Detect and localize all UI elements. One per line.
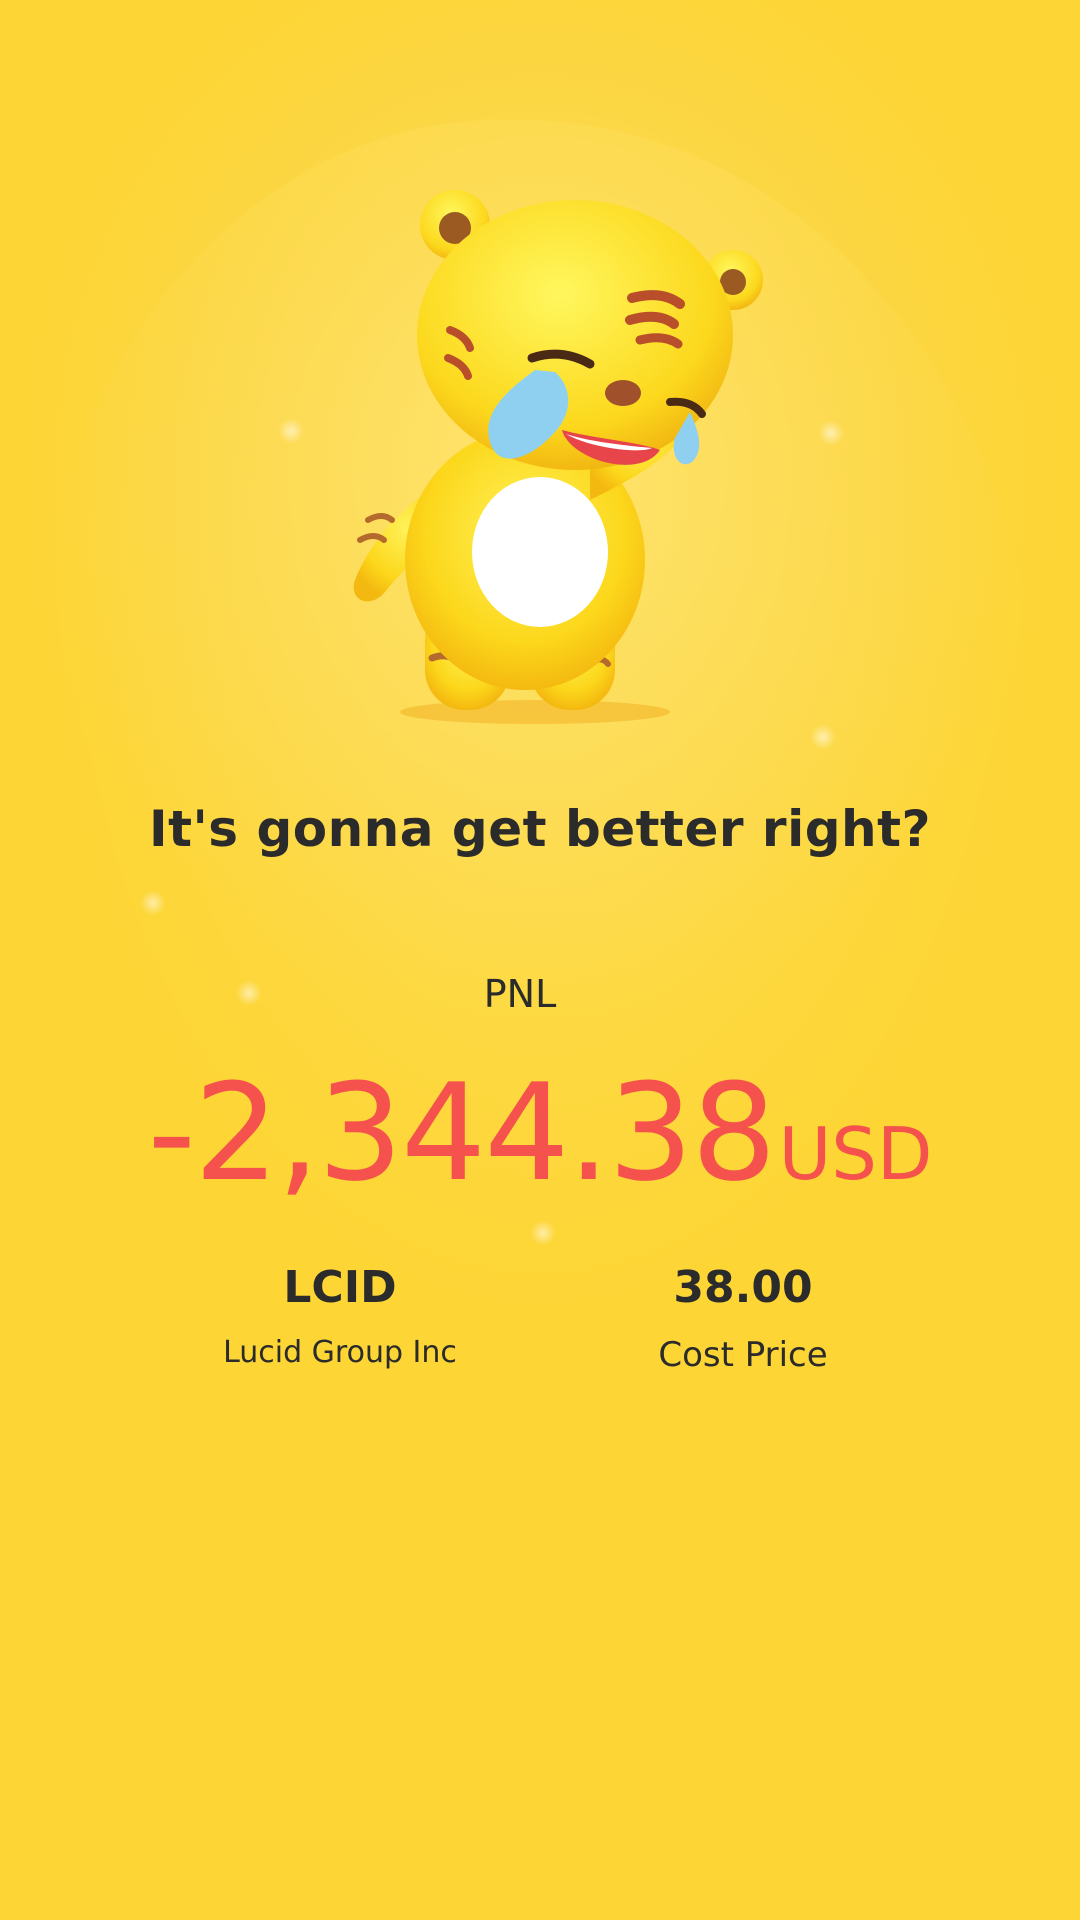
- pnl-amount: -2,344.38: [147, 1055, 777, 1211]
- stock-ticker: LCID: [283, 1262, 397, 1313]
- sparkle: [140, 890, 166, 916]
- stock-info: LCID Lucid Group Inc: [135, 1262, 545, 1370]
- stock-name: Lucid Group Inc: [223, 1335, 457, 1370]
- pnl-currency: USD: [778, 1112, 933, 1196]
- sparkle: [530, 1220, 556, 1246]
- sparkle: [818, 420, 844, 446]
- pnl-value: -2,344.38USD: [0, 1055, 1080, 1211]
- crying-tiger-mascot-icon: [340, 180, 770, 740]
- page-title: It's gonna get better right?: [148, 800, 932, 858]
- cost-info: 38.00 Cost Price: [538, 1262, 948, 1375]
- cost-price-label: Cost Price: [658, 1335, 828, 1375]
- cost-price-value: 38.00: [673, 1262, 813, 1313]
- sparkle: [278, 418, 304, 444]
- sparkle: [810, 724, 836, 750]
- pnl-label: PNL: [483, 972, 557, 1016]
